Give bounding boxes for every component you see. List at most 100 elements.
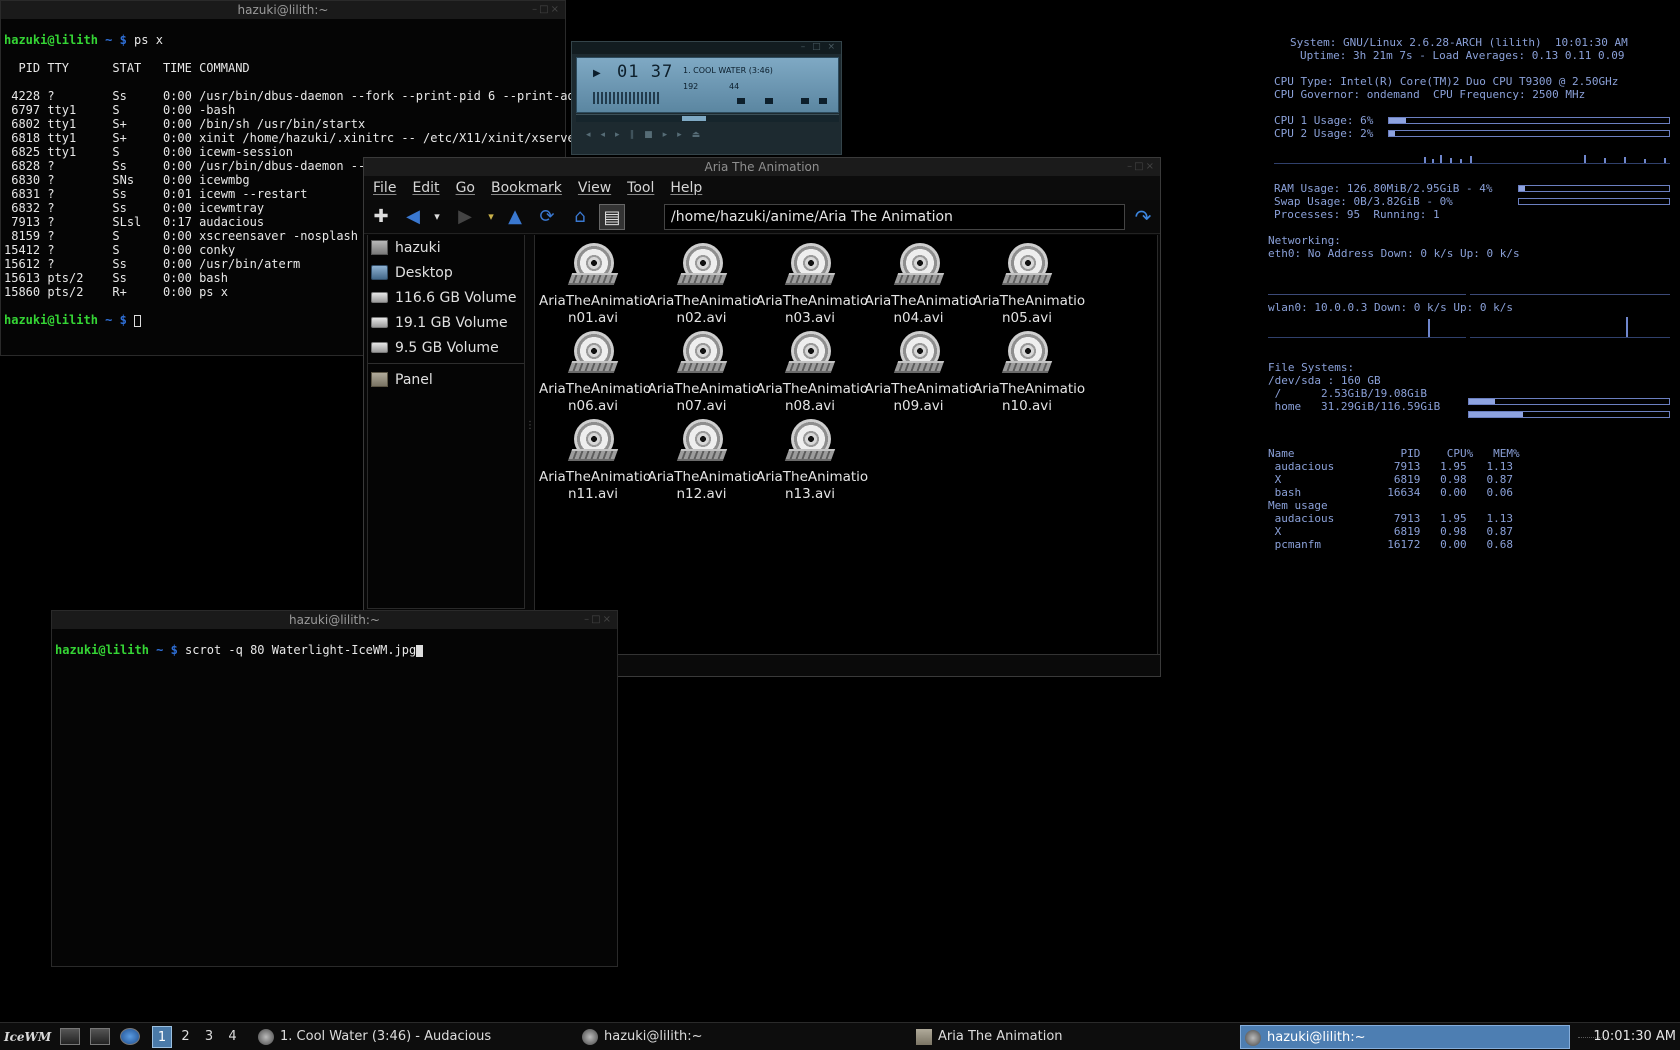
- task-button[interactable]: Aria The Animation: [912, 1025, 1212, 1049]
- window-controls[interactable]: – □ ×: [801, 42, 837, 52]
- next-icon[interactable]: ▸▸: [663, 130, 692, 140]
- start-menu-button[interactable]: IceWM: [4, 1026, 52, 1048]
- side-item-hazuki[interactable]: hazuki: [368, 235, 524, 260]
- filesystems-title: File Systems:: [1268, 361, 1355, 374]
- side-item-9-5-gb-volume[interactable]: 9.5 GB Volume: [368, 335, 524, 360]
- file-item[interactable]: AriaTheAnimatio n08.avi: [756, 331, 868, 415]
- cpu2-bar: [1388, 130, 1670, 137]
- playlist-icon[interactable]: [819, 98, 827, 104]
- back-history-icon[interactable]: ▾: [424, 204, 450, 230]
- seek-knob[interactable]: [682, 116, 706, 121]
- repeat-icon[interactable]: [765, 98, 773, 104]
- visualizer[interactable]: [593, 92, 661, 104]
- eject-icon[interactable]: ⏏: [692, 130, 711, 140]
- side-item-desktop[interactable]: Desktop: [368, 260, 524, 285]
- menu-file[interactable]: File: [373, 180, 396, 196]
- file-item[interactable]: AriaTheAnimatio n13.avi: [756, 419, 868, 503]
- prev-icon[interactable]: ◂◂: [586, 130, 615, 140]
- side-item-label: 19.1 GB Volume: [395, 314, 508, 331]
- file-item[interactable]: AriaTheAnimatio n03.avi: [756, 243, 868, 327]
- equalizer-icon[interactable]: [801, 98, 809, 104]
- side-item-116-6-gb-volume[interactable]: 116.6 GB Volume: [368, 285, 524, 310]
- video-file-icon: [567, 331, 619, 377]
- transport-controls[interactable]: ◂◂▸∥■▸▸⏏: [586, 130, 710, 140]
- file-item[interactable]: AriaTheAnimatio n12.avi: [648, 419, 760, 503]
- file-item[interactable]: AriaTheAnimatio n09.avi: [865, 331, 977, 415]
- file-item[interactable]: AriaTheAnimatio n11.avi: [539, 419, 651, 503]
- task-label: hazuki@lilith:~: [604, 1029, 703, 1044]
- window-controls[interactable]: –□×: [532, 1, 561, 19]
- prompt-command: scrot -q 80 Waterlight-IceWM.jpg: [185, 643, 417, 657]
- file-name-line2: n09.avi: [893, 398, 944, 414]
- back-icon[interactable]: ◀: [400, 204, 426, 230]
- side-item-label: 116.6 GB Volume: [395, 289, 517, 306]
- drive-icon: [371, 342, 388, 353]
- menu-help[interactable]: Help: [670, 180, 702, 196]
- workspace-1[interactable]: 1: [152, 1026, 172, 1048]
- stop-icon[interactable]: ■: [644, 130, 663, 140]
- audacious-player[interactable]: – □ × ▶ 01 37 1. COOL WATER (3:46) 192 4…: [571, 41, 842, 155]
- home-icon[interactable]: ⌂: [567, 204, 593, 230]
- workspace-3[interactable]: 3: [199, 1026, 219, 1048]
- seek-bar[interactable]: [576, 114, 839, 122]
- file-item[interactable]: AriaTheAnimatio n05.avi: [973, 243, 1085, 327]
- side-item-panel[interactable]: Panel: [368, 367, 524, 392]
- show-desktop-icon[interactable]: [60, 1028, 80, 1045]
- window-title: hazuki@lilith:~: [237, 3, 329, 17]
- terminal-window-scrot[interactable]: hazuki@lilith:~ –□× hazuki@lilith ~ $ sc…: [51, 610, 618, 967]
- pane-splitter[interactable]: ⋮: [525, 235, 535, 609]
- task-label: hazuki@lilith:~: [1267, 1030, 1366, 1045]
- video-file-icon: [1001, 331, 1053, 377]
- file-item[interactable]: AriaTheAnimatio n02.avi: [648, 243, 760, 327]
- file-item[interactable]: AriaTheAnimatio n04.avi: [865, 243, 977, 327]
- task-button[interactable]: 1. Cool Water (3:46) - Audacious: [254, 1025, 554, 1049]
- menu-bookmark[interactable]: Bookmark: [491, 180, 562, 196]
- file-item[interactable]: AriaTheAnimatio n07.avi: [648, 331, 760, 415]
- forward-icon[interactable]: ▶: [452, 204, 478, 230]
- new-tab-icon[interactable]: ✚: [368, 204, 394, 230]
- workspace-2[interactable]: 2: [176, 1026, 196, 1048]
- go-icon[interactable]: ↷: [1131, 204, 1155, 230]
- up-icon[interactable]: ▲: [502, 204, 528, 230]
- location-toggle-icon[interactable]: ▤: [599, 204, 625, 230]
- path-input[interactable]: /home/hazuki/anime/Aria The Animation: [664, 204, 1125, 230]
- file-name-line2: n13.avi: [784, 486, 836, 502]
- menu-view[interactable]: View: [578, 180, 611, 196]
- side-item-19-1-gb-volume[interactable]: 19.1 GB Volume: [368, 310, 524, 335]
- video-file-icon: [676, 419, 727, 465]
- task-button[interactable]: hazuki@lilith:~: [578, 1025, 878, 1049]
- film-strip: [567, 449, 619, 461]
- file-manager-window[interactable]: Aria The Animation –□× File Edit Go Bookmar…: [363, 157, 1161, 677]
- task-button[interactable]: hazuki@lilith:~: [1240, 1025, 1570, 1049]
- menu-go[interactable]: Go: [456, 180, 475, 196]
- file-item[interactable]: AriaTheAnimatio n06.avi: [539, 331, 651, 415]
- file-item[interactable]: AriaTheAnimatio n10.avi: [973, 331, 1085, 415]
- film-strip: [784, 449, 836, 461]
- pause-icon[interactable]: ∥: [630, 130, 645, 140]
- clock[interactable]: 10:01:30 AM: [1593, 1023, 1676, 1050]
- terminal-launcher-icon[interactable]: [90, 1028, 110, 1045]
- browser-launcher-icon[interactable]: [120, 1028, 140, 1045]
- file-name-line2: n05.avi: [1001, 310, 1053, 326]
- window-controls[interactable]: –□×: [584, 611, 613, 629]
- workspace-4[interactable]: 4: [223, 1026, 243, 1048]
- reload-icon[interactable]: ⟳: [534, 204, 560, 230]
- terminal-output[interactable]: hazuki@lilith ~ $ scrot -q 80 Waterlight…: [52, 629, 617, 685]
- menu-edit[interactable]: Edit: [412, 180, 439, 196]
- play-icon[interactable]: ▸: [615, 130, 630, 140]
- bar-fill: [1519, 186, 1525, 191]
- forward-history-icon[interactable]: ▾: [478, 204, 504, 230]
- fm-titlebar[interactable]: Aria The Animation –□×: [364, 158, 1160, 176]
- file-view[interactable]: AriaTheAnimatio n01.avi AriaTheAnimatio n02…: [534, 235, 1158, 655]
- window-title: hazuki@lilith:~: [289, 613, 380, 627]
- eth0-graph-up: [1470, 294, 1670, 295]
- terminal-titlebar[interactable]: hazuki@lilith:~ –□×: [52, 611, 617, 629]
- playback-time[interactable]: 01 37: [617, 62, 673, 82]
- file-item[interactable]: AriaTheAnimatio n01.avi: [539, 243, 651, 327]
- mem-proc-2: X 6819 0.98 0.87: [1268, 525, 1514, 538]
- shuffle-icon[interactable]: [737, 98, 745, 104]
- player-titlebar[interactable]: – □ ×: [572, 42, 841, 54]
- window-controls[interactable]: –□×: [1127, 158, 1156, 176]
- terminal-titlebar[interactable]: hazuki@lilith:~ –□×: [1, 1, 565, 19]
- menu-tool[interactable]: Tool: [627, 180, 654, 196]
